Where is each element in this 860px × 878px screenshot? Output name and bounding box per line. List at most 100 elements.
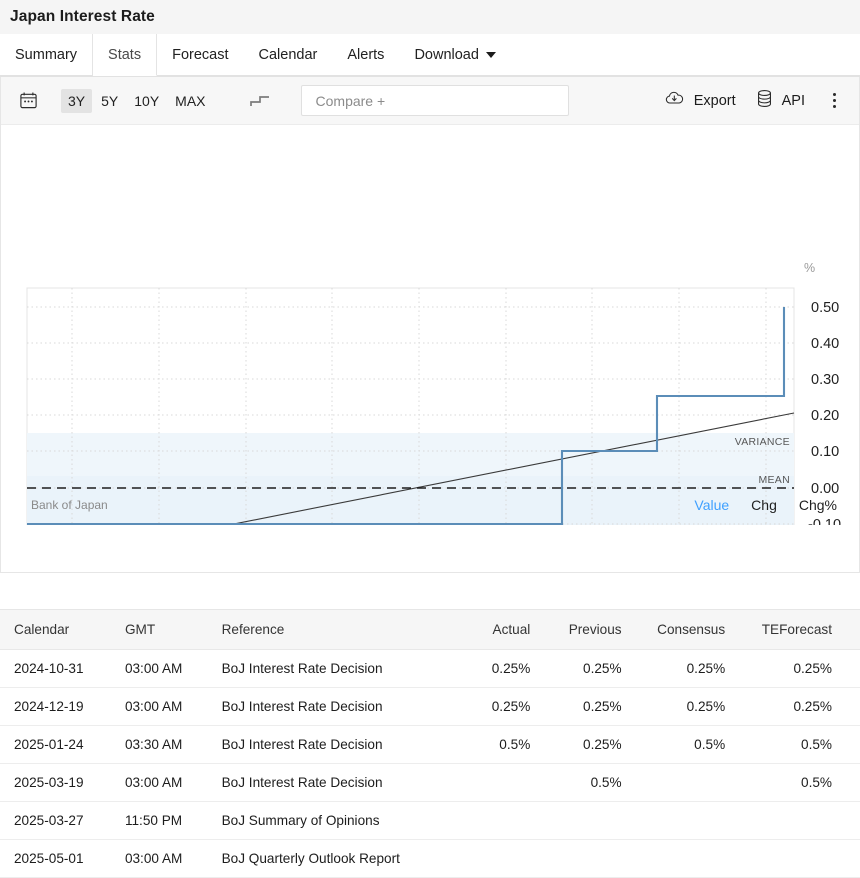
tab-summary[interactable]: Summary (0, 34, 93, 76)
tab-stats-label: Stats (108, 47, 141, 63)
cell-consensus (632, 802, 736, 840)
cell-previous: 0.5% (540, 764, 631, 802)
export-label: Export (694, 93, 736, 109)
tab-bar: Summary Stats Forecast Calendar Alerts D… (0, 34, 860, 77)
table-row[interactable]: 2024-12-19 03:00 AM BoJ Interest Rate De… (0, 688, 860, 726)
cell-gmt: 03:00 AM (115, 840, 212, 878)
events-table: Calendar GMT Reference Actual Previous C… (0, 610, 860, 878)
svg-text:0.20: 0.20 (811, 408, 839, 424)
cell-reference: BoJ Interest Rate Decision (212, 726, 460, 764)
title-bar: Japan Interest Rate (0, 0, 860, 34)
cell-teforecast: 0.25% (735, 650, 860, 688)
tab-stats[interactable]: Stats (93, 34, 157, 76)
cell-reference: BoJ Interest Rate Decision (212, 764, 460, 802)
column-previous[interactable]: Previous (540, 610, 631, 650)
column-reference[interactable]: Reference (212, 610, 460, 650)
cell-teforecast: 0.5% (735, 726, 860, 764)
column-calendar[interactable]: Calendar (0, 610, 115, 650)
svg-text:0.30: 0.30 (811, 372, 839, 388)
chart-plot-area: % VARIANCE MEAN 0.50 0.40 0.30 0.20 0.10… (1, 125, 860, 525)
cell-calendar: 2024-10-31 (0, 650, 115, 688)
step-line-icon[interactable] (243, 87, 277, 115)
cell-actual: 0.25% (460, 688, 540, 726)
table-body: 2024-10-31 03:00 AM BoJ Interest Rate De… (0, 650, 860, 878)
cell-actual (460, 840, 540, 878)
export-button[interactable]: Export (654, 84, 746, 117)
tab-calendar-label: Calendar (259, 47, 318, 63)
table-header-row: Calendar GMT Reference Actual Previous C… (0, 610, 860, 650)
compare-field[interactable] (301, 85, 569, 116)
cell-calendar: 2025-03-27 (0, 802, 115, 840)
cell-calendar: 2025-01-24 (0, 726, 115, 764)
column-actual[interactable]: Actual (460, 610, 540, 650)
cell-reference: BoJ Interest Rate Decision (212, 650, 460, 688)
range-max[interactable]: MAX (168, 89, 212, 113)
range-3y[interactable]: 3Y (61, 89, 92, 113)
range-10y[interactable]: 10Y (127, 89, 166, 113)
cell-calendar: 2024-12-19 (0, 688, 115, 726)
kebab-menu-icon[interactable] (821, 88, 847, 114)
cell-consensus: 0.5% (632, 726, 736, 764)
metric-switcher: Value Chg Chg% (694, 497, 837, 513)
column-consensus[interactable]: Consensus (632, 610, 736, 650)
cell-gmt: 11:50 PM (115, 802, 212, 840)
table-row[interactable]: 2025-03-27 11:50 PM BoJ Summary of Opini… (0, 802, 860, 840)
table-row[interactable]: 2024-10-31 03:00 AM BoJ Interest Rate De… (0, 650, 860, 688)
cell-teforecast: 0.25% (735, 688, 860, 726)
column-gmt[interactable]: GMT (115, 610, 212, 650)
svg-text:0.10: 0.10 (811, 444, 839, 460)
compare-input[interactable] (314, 92, 556, 110)
cell-calendar: 2025-03-19 (0, 764, 115, 802)
svg-text:0.50: 0.50 (811, 300, 839, 316)
cell-gmt: 03:30 AM (115, 726, 212, 764)
tab-summary-label: Summary (15, 47, 77, 63)
cell-actual (460, 802, 540, 840)
tab-calendar[interactable]: Calendar (244, 34, 333, 76)
cell-consensus (632, 840, 736, 878)
range-5y[interactable]: 5Y (94, 89, 125, 113)
cell-reference: BoJ Interest Rate Decision (212, 688, 460, 726)
cell-gmt: 03:00 AM (115, 650, 212, 688)
cell-consensus: 0.25% (632, 650, 736, 688)
table-row[interactable]: 2025-03-19 03:00 AM BoJ Interest Rate De… (0, 764, 860, 802)
tab-download-label: Download (414, 47, 479, 63)
table-row[interactable]: 2025-05-01 03:00 AM BoJ Quarterly Outloo… (0, 840, 860, 878)
tab-download[interactable]: Download (399, 34, 511, 76)
events-table-wrapper: Calendar GMT Reference Actual Previous C… (0, 609, 860, 878)
cell-previous: 0.25% (540, 650, 631, 688)
cell-actual (460, 764, 540, 802)
chart-source: Bank of Japan (31, 498, 108, 512)
interest-rate-chart[interactable]: % VARIANCE MEAN 0.50 0.40 0.30 0.20 0.10… (1, 125, 860, 525)
cell-previous: 0.25% (540, 688, 631, 726)
cell-calendar: 2025-05-01 (0, 840, 115, 878)
metric-chg-pct[interactable]: Chg% (799, 497, 837, 513)
metric-value[interactable]: Value (694, 497, 729, 513)
cell-actual: 0.25% (460, 650, 540, 688)
cell-previous (540, 840, 631, 878)
api-button[interactable]: API (746, 83, 815, 118)
calendar-icon[interactable] (13, 86, 43, 116)
cell-teforecast (735, 840, 860, 878)
metric-chg[interactable]: Chg (751, 497, 777, 513)
chart-toolbar: 3Y 5Y 10Y MAX Export (1, 77, 859, 125)
cell-gmt: 03:00 AM (115, 688, 212, 726)
cell-previous: 0.25% (540, 726, 631, 764)
page-title: Japan Interest Rate (10, 8, 155, 26)
toolbar-actions: Export API (654, 83, 847, 118)
cell-actual: 0.5% (460, 726, 540, 764)
database-icon (756, 89, 773, 112)
cell-teforecast: 0.5% (735, 764, 860, 802)
table-row[interactable]: 2025-01-24 03:30 AM BoJ Interest Rate De… (0, 726, 860, 764)
cell-reference: BoJ Quarterly Outlook Report (212, 840, 460, 878)
tab-alerts-label: Alerts (347, 47, 384, 63)
column-teforecast[interactable]: TEForecast (735, 610, 860, 650)
range-selector: 3Y 5Y 10Y MAX (61, 89, 213, 113)
svg-text:0.40: 0.40 (811, 336, 839, 352)
cell-reference: BoJ Summary of Opinions (212, 802, 460, 840)
api-label: API (782, 93, 805, 109)
tab-alerts[interactable]: Alerts (332, 34, 399, 76)
cell-consensus: 0.25% (632, 688, 736, 726)
cell-gmt: 03:00 AM (115, 764, 212, 802)
y-axis-unit: % (804, 261, 815, 275)
tab-forecast[interactable]: Forecast (157, 34, 243, 76)
